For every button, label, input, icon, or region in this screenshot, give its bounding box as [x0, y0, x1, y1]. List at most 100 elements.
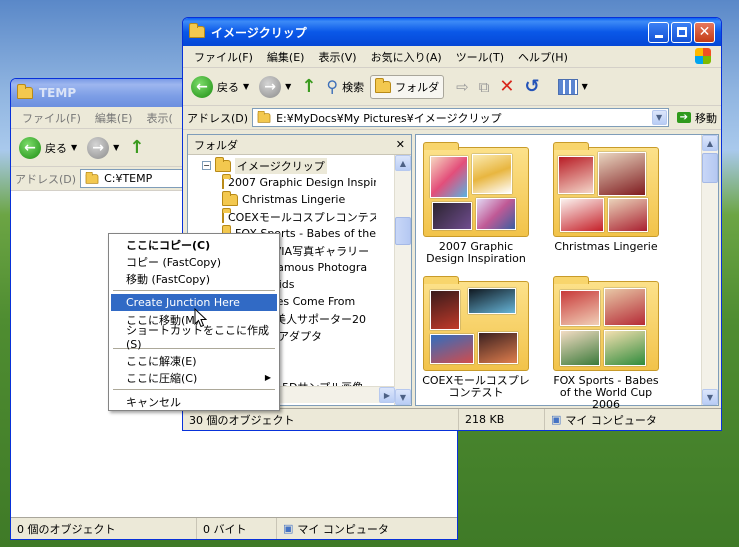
move-to-button[interactable]: ⇨ — [452, 75, 473, 99]
forward-arrow-icon: → — [259, 75, 282, 98]
scroll-thumb[interactable] — [395, 217, 411, 245]
folder-icon — [85, 171, 99, 184]
folder-thumbnail — [553, 142, 659, 237]
file-label: Christmas Lingerie — [554, 240, 658, 253]
computer-icon: ▣ — [551, 413, 562, 426]
forward-button[interactable]: → ▼ — [255, 73, 295, 101]
mouse-cursor-icon — [194, 308, 207, 328]
folder-thumbnail — [553, 276, 659, 371]
file-tile[interactable]: Christmas Lingerie — [550, 142, 662, 253]
close-button[interactable]: ✕ — [694, 21, 715, 43]
file-label: FOX Sports - Babes of the World Cup 2006 — [553, 374, 659, 411]
main-address-bar: アドレス(D) E:¥MyDocs¥My Pictures¥イメージクリップ ▼ … — [183, 106, 721, 130]
folder-open-icon — [215, 156, 231, 172]
close-icon: ✕ — [698, 24, 711, 40]
scroll-thumb[interactable] — [702, 153, 718, 183]
menu-edit[interactable]: 編集(E) — [88, 110, 140, 126]
go-arrow-icon: ➔ — [676, 112, 691, 123]
folder-icon — [17, 84, 33, 99]
menu-tools[interactable]: ツール(T) — [449, 49, 511, 65]
up-button[interactable]: ↑ — [297, 73, 320, 100]
back-button[interactable]: ← 戻る ▼ — [15, 134, 81, 162]
menu-cancel[interactable]: キャンセル — [111, 393, 277, 410]
back-arrow-icon: ← — [19, 136, 41, 159]
back-arrow-icon: ← — [191, 75, 213, 98]
tree-item[interactable]: COEXモールコスプレコンテスト — [202, 208, 376, 225]
move-to-icon: ⇨ — [456, 77, 469, 96]
menu-view[interactable]: 表示(V) — [311, 49, 363, 65]
delete-icon: ✕ — [499, 76, 515, 97]
up-button[interactable]: ↑ — [125, 134, 148, 161]
tree-item[interactable]: Christmas Lingerie — [202, 191, 376, 208]
folder-icon — [222, 208, 231, 223]
main-menubar: ファイル(F) 編集(E) 表示(V) お気に入り(A) ツール(T) ヘルプ(… — [183, 46, 721, 68]
forward-arrow-icon: → — [87, 136, 110, 159]
main-statusbar: 30 個のオブジェクト 218 KB ▣ マイ コンピュータ — [183, 408, 721, 430]
menu-help[interactable]: ヘルプ(H) — [511, 49, 575, 65]
file-label: COEXモールコスプレコンテスト — [422, 374, 530, 399]
scroll-up-icon[interactable]: ▲ — [702, 135, 718, 151]
collapse-icon[interactable]: − — [202, 161, 211, 170]
address-label: アドレス(D) — [15, 172, 77, 186]
main-toolbar: ← 戻る ▼ → ▼ ↑ ⚲ 検索 フォルダ ⇨ ⧉ ✕ ↺ ▼ — [183, 68, 721, 106]
tree-item[interactable]: 2007 Graphic Design Inspir — [202, 174, 376, 191]
windows-logo-icon — [695, 48, 711, 64]
back-button[interactable]: ← 戻る ▼ — [187, 73, 253, 101]
file-scrollbar[interactable]: ▲ ▼ — [701, 135, 718, 405]
undo-icon: ↺ — [524, 76, 540, 97]
folder-icon — [189, 23, 205, 38]
menu-view[interactable]: 表示( — [139, 110, 179, 126]
folder-pane-header: フォルダ ✕ — [188, 135, 411, 155]
maximize-button[interactable] — [671, 21, 692, 43]
temp-statusbar: 0 個のオブジェクト 0 バイト ▣ マイ コンピュータ — [11, 517, 457, 539]
scroll-down-icon[interactable]: ▼ — [702, 389, 718, 405]
computer-icon: ▣ — [283, 522, 294, 535]
menu-favorites[interactable]: お気に入り(A) — [364, 49, 449, 65]
menu-fastcopy-move[interactable]: 移動 (FastCopy) — [111, 270, 277, 287]
folder-icon — [222, 191, 238, 206]
forward-button[interactable]: → ▼ — [83, 134, 123, 162]
scroll-down-icon[interactable]: ▼ — [395, 389, 411, 405]
folder-icon — [257, 110, 271, 123]
menu-separator — [113, 290, 275, 291]
main-titlebar[interactable]: イメージクリップ ✕ — [183, 18, 721, 46]
scroll-up-icon[interactable]: ▲ — [395, 155, 411, 171]
go-button[interactable]: ➔ 移動 — [673, 110, 721, 126]
file-tile[interactable]: FOX Sports - Babes of the World Cup 2006 — [550, 276, 662, 411]
folder-scrollbar[interactable]: ▲ ▼ — [394, 155, 411, 405]
status-size: 0 バイト — [197, 518, 277, 539]
address-input[interactable]: E:¥MyDocs¥My Pictures¥イメージクリップ ▼ — [252, 108, 669, 127]
views-icon — [557, 78, 578, 95]
status-objects: 30 個のオブジェクト — [183, 409, 459, 430]
views-button[interactable]: ▼ — [554, 76, 592, 98]
undo-button[interactable]: ↺ — [521, 73, 544, 100]
folder-icon — [222, 174, 231, 189]
file-tile[interactable]: COEXモールコスプレコンテスト — [420, 276, 532, 399]
close-pane-icon[interactable]: ✕ — [396, 138, 405, 151]
window-title: イメージクリップ — [211, 25, 307, 40]
menu-edit[interactable]: 編集(E) — [260, 49, 312, 65]
minimize-button[interactable] — [648, 21, 669, 43]
status-objects: 0 個のオブジェクト — [11, 518, 197, 539]
menu-create-shortcut[interactable]: ショートカットをここに作成(S) — [111, 324, 277, 351]
file-tile[interactable]: 2007 Graphic Design Inspiration — [420, 142, 532, 265]
search-button[interactable]: ⚲ 検索 — [322, 74, 368, 99]
folders-button[interactable]: フォルダ — [370, 74, 445, 99]
menu-copy-here[interactable]: ここにコピー(C) — [111, 236, 277, 253]
submenu-arrow-icon: ▶ — [264, 373, 271, 382]
menu-compress-here[interactable]: ここに圧縮(C) ▶ — [111, 369, 277, 386]
scroll-right-icon[interactable]: ▶ — [379, 387, 395, 403]
menu-file[interactable]: ファイル(F) — [187, 49, 260, 65]
menu-separator — [113, 389, 275, 390]
menu-fastcopy-copy[interactable]: コピー (FastCopy) — [111, 253, 277, 270]
copy-to-button[interactable]: ⧉ — [475, 75, 494, 99]
folder-thumbnail — [423, 142, 529, 237]
tree-root[interactable]: − イメージクリップ — [202, 156, 376, 174]
menu-file[interactable]: ファイル(F) — [15, 110, 88, 126]
delete-button[interactable]: ✕ — [495, 73, 518, 100]
status-size: 218 KB — [459, 409, 545, 430]
folder-icon — [375, 77, 392, 93]
file-view: 2007 Graphic Design Inspiration Christma… — [415, 134, 719, 411]
menu-extract-here[interactable]: ここに解凍(E) — [111, 352, 277, 369]
address-dropdown[interactable]: ▼ — [651, 110, 667, 125]
